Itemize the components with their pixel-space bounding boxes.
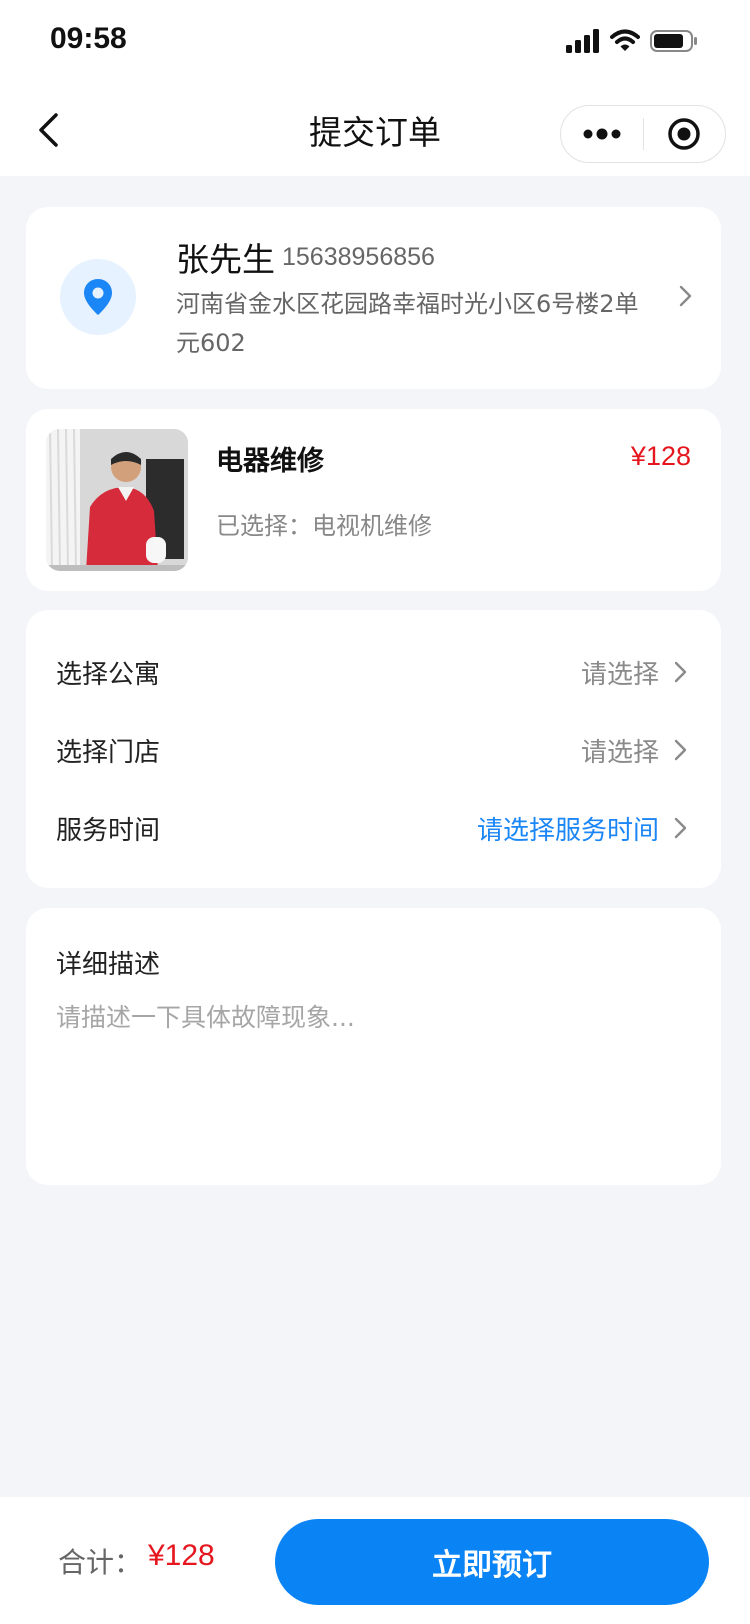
status-time: 09:58 — [50, 22, 127, 55]
options-card: 选择公寓 请选择 选择门店 请选择 服务时间 请选择服务时间 — [26, 610, 721, 888]
signal-icon — [566, 29, 600, 57]
address-detail: 河南省金水区花园路幸福时光小区6号楼2单元602 — [176, 290, 639, 357]
footer-bar: 合计： ¥128 立即预订 — [0, 1497, 750, 1624]
contact-phone: 15638956856 — [282, 243, 435, 271]
contact-name: 张先生 — [176, 240, 275, 279]
store-label: 选择门店 — [56, 738, 161, 768]
more-button[interactable] — [561, 105, 643, 163]
status-icons — [566, 28, 698, 58]
target-close-icon — [668, 118, 700, 150]
chevron-right-icon — [674, 817, 687, 839]
more-dots-icon — [583, 128, 621, 140]
description-input[interactable] — [56, 998, 686, 1158]
order-screen: 09:58 提交订单 张先生 15638956856 河南省金水区花园路幸福时光… — [0, 0, 750, 1624]
close-miniprogram-button[interactable] — [644, 105, 726, 163]
apartment-select-row[interactable]: 选择公寓 请选择 — [26, 632, 721, 712]
store-value: 请选择 — [580, 738, 659, 768]
product-image — [46, 429, 188, 571]
location-pin-icon — [60, 259, 136, 335]
description-title: 详细描述 — [56, 950, 161, 980]
product-selection: 已选择：电视机维修 — [216, 512, 432, 540]
total-price: ¥128 — [148, 1539, 215, 1572]
book-now-button[interactable]: 立即预订 — [275, 1519, 709, 1605]
product-card: 电器维修 ¥128 已选择：电视机维修 — [26, 409, 721, 591]
description-card: 详细描述 — [26, 908, 721, 1185]
total-label: 合计： — [58, 1546, 143, 1579]
address-card[interactable]: 张先生 15638956856 河南省金水区花园路幸福时光小区6号楼2单元602 — [26, 207, 721, 389]
chevron-right-icon — [679, 285, 692, 307]
product-price: ¥128 — [630, 441, 691, 471]
store-select-row[interactable]: 选择门店 请选择 — [26, 710, 721, 790]
service-time-label: 服务时间 — [56, 816, 161, 846]
chevron-right-icon — [674, 661, 687, 683]
chevron-right-icon — [674, 739, 687, 761]
apartment-label: 选择公寓 — [56, 660, 161, 690]
battery-icon — [650, 29, 698, 57]
wifi-icon — [610, 29, 640, 57]
service-time-value: 请选择服务时间 — [476, 816, 659, 846]
top-bar: 09:58 提交订单 — [0, 0, 750, 176]
miniprogram-capsule — [560, 105, 726, 163]
apartment-value: 请选择 — [580, 660, 659, 690]
product-name: 电器维修 — [216, 446, 324, 477]
service-time-row[interactable]: 服务时间 请选择服务时间 — [26, 788, 721, 868]
